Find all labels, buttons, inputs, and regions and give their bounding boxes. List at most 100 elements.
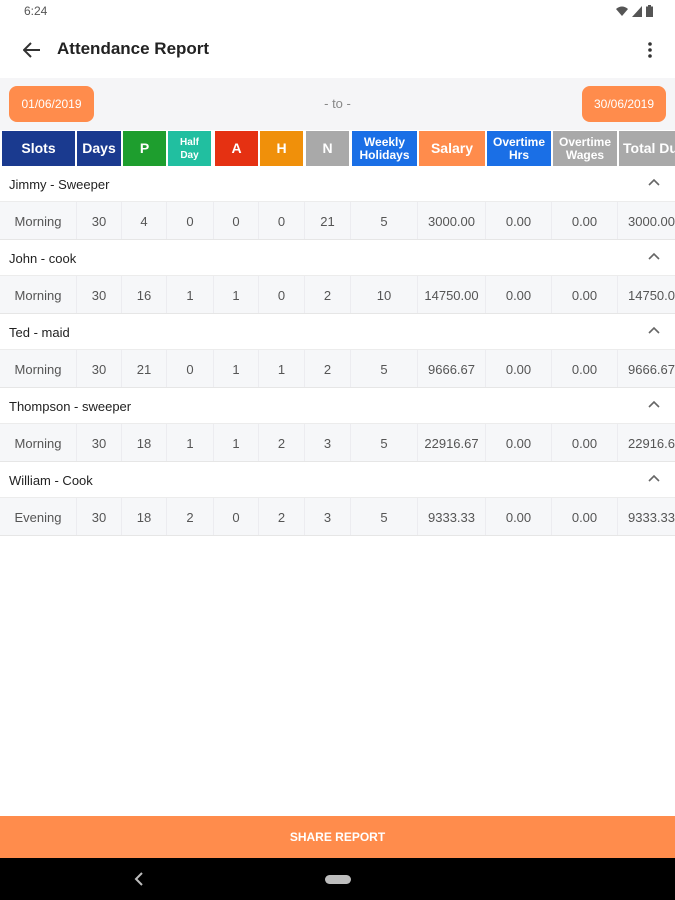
table-cell: Morning [0, 276, 77, 313]
table-cell: 10 [351, 276, 418, 313]
table-cell: 5 [351, 350, 418, 387]
to-date-button[interactable]: 30/06/2019 [582, 86, 666, 122]
table-cell: 30 [77, 350, 122, 387]
table-cell: 0.00 [486, 350, 552, 387]
column-header-salary: Salary [419, 131, 485, 166]
table-cell: 21 [305, 202, 351, 239]
employee-group-header[interactable]: John - cook [0, 240, 675, 276]
table-cell: 0 [259, 276, 305, 313]
table-cell: 0 [214, 202, 259, 239]
column-header-total-du: Total Du [619, 131, 675, 166]
page-title: Attendance Report [57, 39, 210, 58]
column-header-days: Days [77, 131, 121, 166]
table-cell: 9333.33 [628, 509, 675, 525]
share-report-button[interactable]: SHARE REPORT [0, 816, 675, 858]
table-cell: 30 [77, 498, 122, 535]
battery-icon [646, 5, 653, 17]
from-date-button[interactable]: 01/06/2019 [9, 86, 94, 122]
table-cell: 5 [351, 202, 418, 239]
table-cell: 5 [351, 424, 418, 461]
table-cell: 0.00 [486, 498, 552, 535]
table-cell: 16 [122, 276, 167, 313]
table-row: Morning 30 4 0 0 0 21 5 3000.00 0.00 0.00 3000.00 [0, 202, 675, 240]
date-range-bar: 01/06/2019 - to - 30/06/2019 [0, 78, 675, 130]
table-row: Morning30181123522916.670.000.0022916.67 [0, 424, 675, 462]
table-cell: 1 [167, 424, 214, 461]
column-header-h: H [260, 131, 303, 166]
chevron-up-icon[interactable] [647, 250, 661, 264]
table-cell: 0 [214, 498, 259, 535]
back-button[interactable] [18, 36, 46, 64]
table-cell: Morning [0, 202, 77, 239]
table-cell: 0 [259, 202, 305, 239]
employee-name: Ted - maid [9, 325, 70, 340]
system-nav-bar [0, 858, 675, 900]
table-row: Evening 30 18 2 0 2 3 5 9333.33 0.00 0.00 9333.33 [0, 498, 675, 536]
table-cell: 0.00 [552, 424, 618, 461]
app-bar: Attendance Report [0, 22, 675, 78]
table-cell: 0.00 [552, 276, 618, 313]
chevron-up-icon[interactable] [647, 398, 661, 412]
employee-group-header[interactable]: Ted - maid [0, 314, 675, 350]
more-options-button[interactable] [639, 36, 661, 64]
table-header: Slots Days P Half Day A H N Weekly Holidays Salary… [0, 131, 675, 166]
wifi-icon [616, 6, 628, 16]
table-cell: 4 [122, 202, 167, 239]
table-cell: Morning [0, 350, 77, 387]
signal-icon [632, 5, 642, 17]
column-header-weekly-holidays: Weekly Holidays [352, 131, 417, 166]
table-cell: 0.00 [486, 202, 552, 239]
column-header-overtime-hrs: Overtime Hrs [487, 131, 551, 166]
table-cell: 30 [77, 276, 122, 313]
table-row: Morning 30 16 1 1 0 2 10 14750.00 0.00 0.00 14750.0… [0, 276, 675, 314]
table-cell: 14750.00 [418, 276, 486, 313]
employee-name: John - cook [9, 251, 77, 266]
employee-group-header[interactable]: Jimmy - Sweeper [0, 166, 675, 202]
table-cell: 3 [305, 424, 351, 461]
home-pill-icon[interactable] [325, 875, 351, 884]
date-separator: - to - [324, 96, 351, 111]
table-row: Morning 30 21 0 1 1 2 5 9666.67 0.00 0.00 9666.67 [0, 350, 675, 388]
table-cell: 2 [259, 424, 305, 461]
table-cell: 3000.00 [418, 202, 486, 239]
employee-name: Thompson - sweeper [9, 399, 132, 414]
employee-name: Jimmy - Sweeper [9, 177, 110, 192]
chevron-up-icon[interactable] [647, 472, 661, 486]
column-header-a: A [215, 131, 258, 166]
table-cell: 14750.00 [628, 287, 675, 303]
table-cell: 1 [214, 276, 259, 313]
table-cell: Evening [0, 498, 77, 535]
table-cell: 2 [259, 498, 305, 535]
table-cell: 1 [167, 276, 214, 313]
table-cell: 3 [305, 498, 351, 535]
chevron-up-icon[interactable] [647, 176, 661, 190]
table-cell: 1 [214, 350, 259, 387]
chevron-up-icon[interactable] [647, 324, 661, 338]
employee-group-header[interactable]: Thompson - sweeper [0, 388, 675, 424]
column-header-n: N [306, 131, 349, 166]
table-cell: 0 [167, 202, 214, 239]
table-cell: 3000.00 [628, 213, 675, 229]
table-cell: 30 [77, 202, 122, 239]
attendance-list: Jimmy - Sweeper Morning 30 4 0 0 0 21 5 3000.00 0.… [0, 166, 675, 536]
table-cell: 9666.67 [418, 350, 486, 387]
table-cell: 2 [305, 276, 351, 313]
table-cell: 18 [122, 498, 167, 535]
employee-group-header[interactable]: William - Cook [0, 462, 675, 498]
status-time: 6:24 [24, 4, 48, 18]
table-cell: 0.00 [552, 350, 618, 387]
column-header-p: P [123, 131, 166, 166]
more-vert-icon [648, 42, 652, 58]
table-cell: 1 [214, 424, 259, 461]
table-cell: 1 [259, 350, 305, 387]
table-cell: 0.00 [552, 498, 618, 535]
table-cell: 0 [167, 350, 214, 387]
table-cell: 30 [77, 424, 122, 461]
table-cell: 5 [351, 498, 418, 535]
table-cell: 22916.67 [628, 435, 675, 451]
employee-name: William - Cook [9, 473, 93, 488]
nav-back-icon[interactable] [130, 869, 148, 889]
table-cell: Morning [0, 424, 77, 461]
table-cell: 2 [305, 350, 351, 387]
status-bar: 6:24 [0, 0, 675, 22]
